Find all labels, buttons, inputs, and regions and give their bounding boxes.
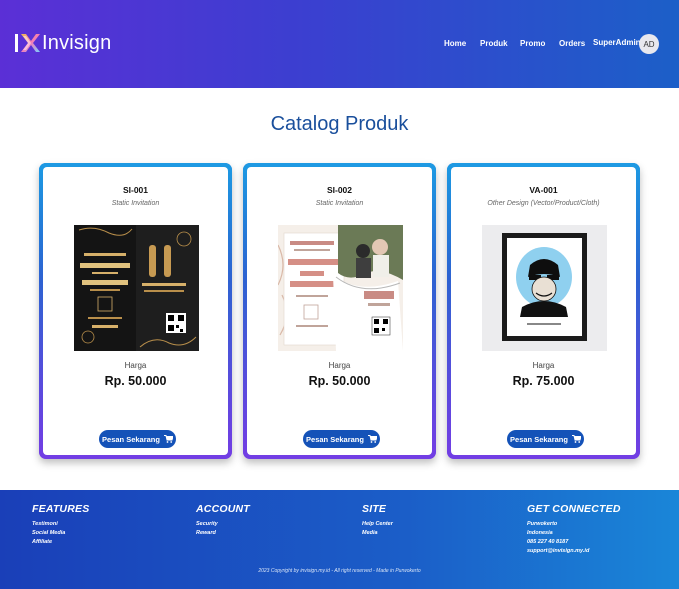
footer-site: SITE Help Center Media: [362, 503, 393, 538]
product-price: Rp. 50.000: [308, 374, 371, 388]
vector-portrait-image: [482, 225, 607, 351]
footer-email[interactable]: support@invisign.my.id: [527, 547, 621, 556]
product-image[interactable]: [482, 225, 607, 351]
price-label: Harga: [124, 361, 147, 370]
nav-promo[interactable]: Promo: [520, 39, 545, 48]
invitation-dark-image: [74, 225, 199, 351]
footer-link-affiliate[interactable]: Affiliate: [32, 538, 89, 547]
cart-icon: [571, 435, 581, 443]
cart-icon: [367, 435, 377, 443]
product-card: SI-002 Static Invitation Harga Rp. 50.00…: [243, 163, 436, 459]
footer-connected: GET CONNECTED Purwokerto Indonesia 085 2…: [527, 503, 621, 556]
product-image[interactable]: [278, 225, 403, 351]
order-button-label: Pesan Sekarang: [510, 434, 568, 444]
nav-orders[interactable]: Orders: [559, 39, 585, 48]
footer: FEATURES Testimoni Social Media Affiliat…: [0, 490, 679, 589]
footer-heading: SITE: [362, 503, 387, 515]
price-label: Harga: [328, 361, 351, 370]
nav-menu: Home Produk Promo Orders SuperAdmin: [0, 38, 679, 51]
footer-features: FEATURES Testimoni Social Media Affiliat…: [32, 503, 89, 547]
nav-produk[interactable]: Produk: [480, 39, 508, 48]
order-button-label: Pesan Sekarang: [306, 434, 364, 444]
cart-icon: [163, 435, 173, 443]
product-price: Rp. 75.000: [512, 374, 575, 388]
footer-link-media[interactable]: Media: [362, 529, 393, 538]
order-button[interactable]: Pesan Sekarang: [303, 430, 380, 448]
footer-country: Indonesia: [527, 530, 553, 536]
footer-link-security[interactable]: Security: [196, 520, 250, 529]
footer-heading: ACCOUNT: [196, 503, 250, 515]
footer-phone[interactable]: 085 227 40 8187: [527, 538, 621, 547]
order-button-label: Pesan Sekarang: [102, 434, 160, 444]
footer-link-reward[interactable]: Reward: [196, 529, 250, 538]
footer-link-help-center[interactable]: Help Center: [362, 520, 393, 529]
order-button[interactable]: Pesan Sekarang: [99, 430, 176, 448]
product-type: Static Invitation: [111, 200, 160, 207]
order-button[interactable]: Pesan Sekarang: [507, 430, 584, 448]
product-image[interactable]: [74, 225, 199, 351]
product-card: VA-001 Other Design (Vector/Product/Clot…: [447, 163, 640, 459]
page-title: Catalog Produk: [270, 113, 409, 135]
footer-account: ACCOUNT Security Reward: [196, 503, 250, 538]
top-navbar: Invisign Home Produk Promo Orders SuperA…: [0, 0, 679, 88]
footer-city: Purwokerto: [527, 521, 558, 527]
avatar[interactable]: AD: [639, 34, 659, 54]
nav-home[interactable]: Home: [444, 39, 466, 48]
footer-link-social-media[interactable]: Social Media: [32, 529, 89, 538]
footer-heading: FEATURES: [32, 503, 90, 515]
invitation-floral-image: [278, 225, 403, 351]
footer-heading: GET CONNECTED: [527, 503, 621, 515]
product-type: Other Design (Vector/Product/Cloth): [487, 200, 600, 207]
copyright-text: 2023 Copyright by invisign.my.id - All r…: [258, 568, 421, 574]
product-code: SI-001: [122, 185, 149, 195]
product-card: SI-001 Static Invitation Harga Rp. 50.00…: [39, 163, 232, 459]
product-type: Static Invitation: [315, 200, 364, 207]
product-code: VA-001: [529, 185, 558, 195]
nav-user-menu[interactable]: SuperAdmin: [593, 38, 641, 47]
product-code: SI-002: [326, 185, 353, 195]
product-price: Rp. 50.000: [104, 374, 167, 388]
footer-link-testimoni[interactable]: Testimoni: [32, 520, 89, 529]
price-label: Harga: [532, 361, 555, 370]
